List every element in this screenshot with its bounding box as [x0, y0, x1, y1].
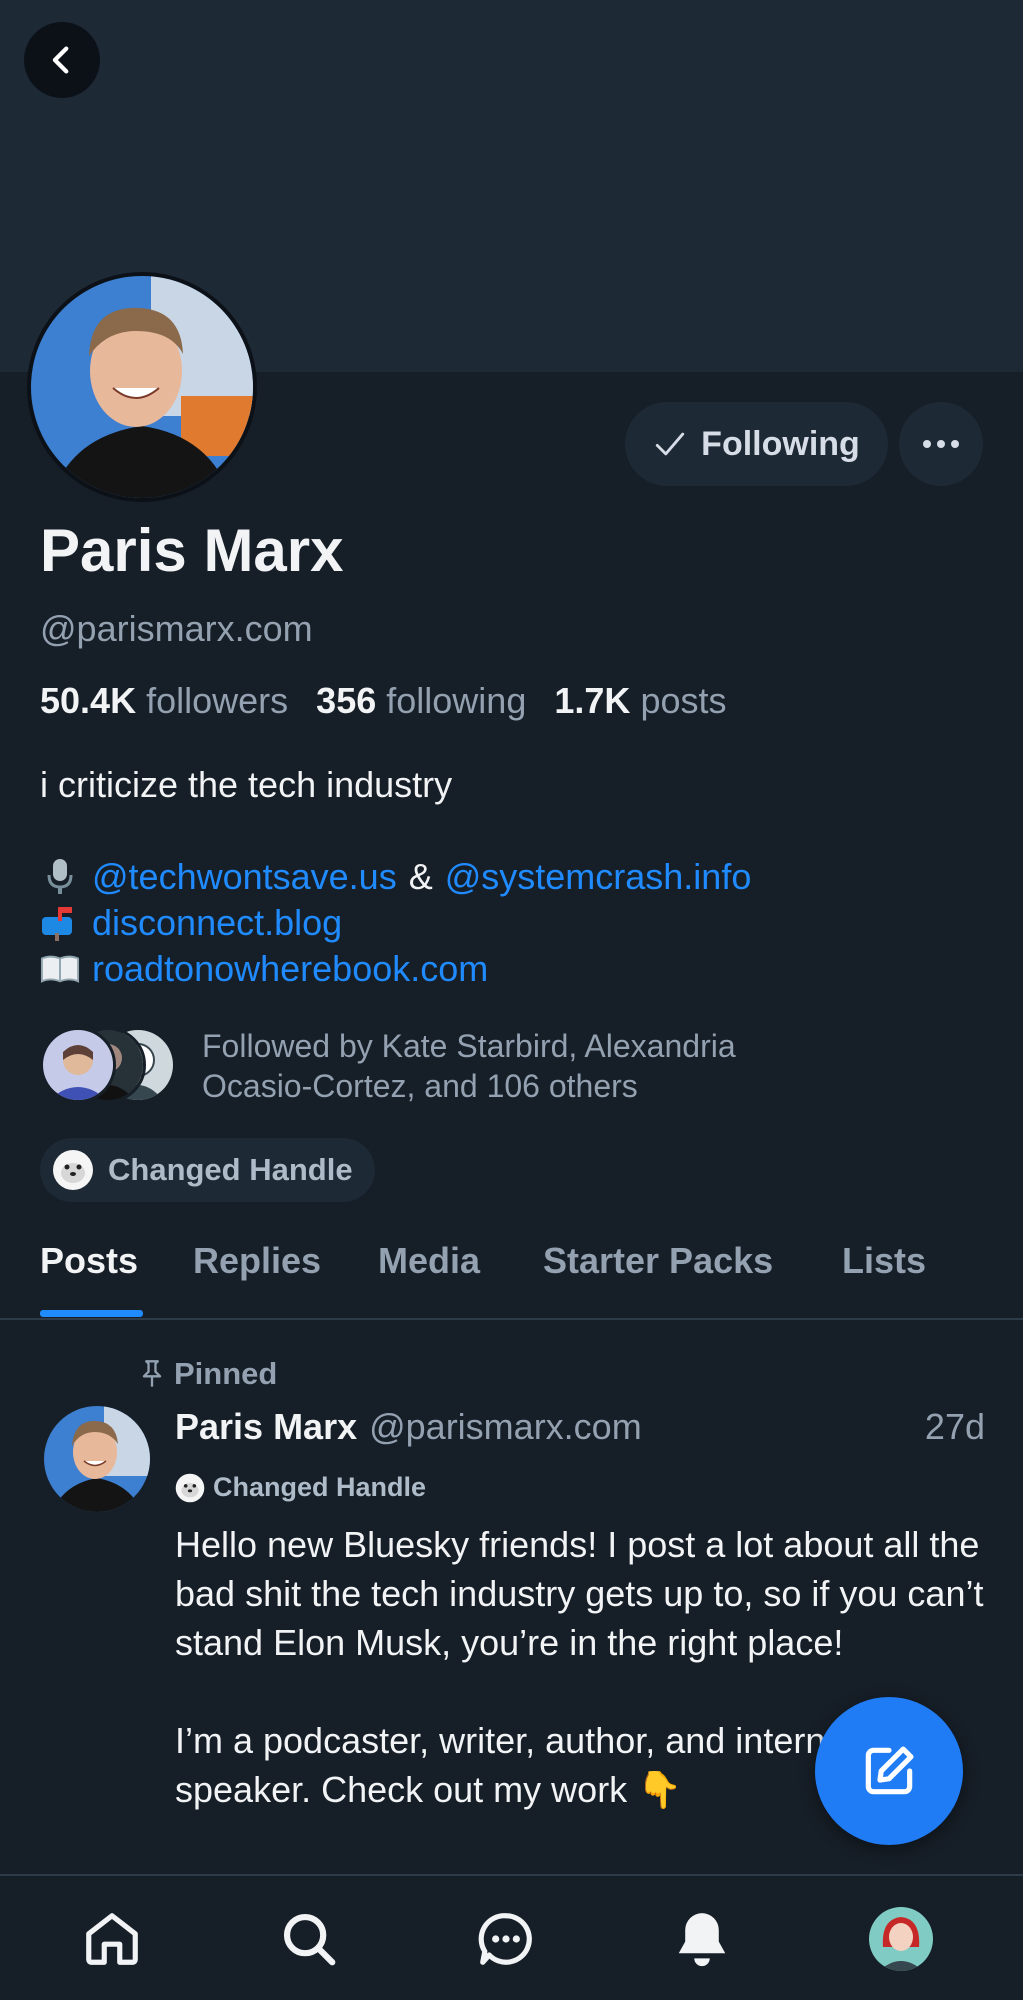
chat-icon: [478, 1913, 532, 1965]
home-icon: [86, 1913, 138, 1965]
posts-stat: 1.7K posts: [554, 680, 726, 721]
followers-stat[interactable]: 50.4K followers: [40, 680, 288, 721]
active-tab-indicator: [40, 1310, 143, 1317]
chevron-left-icon: [52, 46, 69, 74]
following-button-label: Following: [701, 424, 860, 463]
tab-starter-packs[interactable]: Starter Packs: [543, 1240, 773, 1282]
open-book-icon: [40, 949, 80, 989]
post-author-handle[interactable]: @parismarx.com: [369, 1406, 642, 1448]
tab-media[interactable]: Media: [378, 1240, 480, 1282]
post-label-text: Changed Handle: [213, 1472, 427, 1502]
profile-avatar: [869, 1907, 933, 1971]
profile-tabs: Posts Replies Media Starter Packs Lists: [0, 1226, 1023, 1320]
back-button[interactable]: [24, 22, 100, 98]
mailbox-icon: [40, 903, 80, 943]
nav-notifications[interactable]: [669, 1906, 735, 1972]
microphone-icon: [40, 857, 80, 897]
nav-profile[interactable]: [868, 1906, 934, 1972]
pinned-label: Pinned: [174, 1356, 278, 1391]
pinned-indicator: Pinned: [138, 1356, 277, 1392]
bio-ampersand: &: [408, 856, 433, 897]
following-count: 356: [316, 680, 377, 721]
posts-label: posts: [640, 680, 727, 721]
posts-count: 1.7K: [554, 680, 631, 721]
disconnect-blog-link[interactable]: disconnect.blog: [92, 900, 342, 946]
tab-lists[interactable]: Lists: [842, 1240, 926, 1282]
profile-bio: i criticize the tech industry: [40, 764, 453, 805]
changed-handle-label-text: Changed Handle: [108, 1152, 353, 1187]
compose-icon: [865, 1746, 914, 1795]
profile-stats: 50.4K followers 356 following 1.7K posts: [40, 680, 726, 722]
post-header: Paris Marx @parismarx.com 27d: [175, 1406, 985, 1448]
nav-chat[interactable]: [473, 1906, 539, 1972]
nav-home[interactable]: [79, 1906, 145, 1972]
followed-by-row[interactable]: Followed by Kate Starbird, Alexandria Oc…: [40, 1026, 822, 1106]
profile-bio-links: @techwontsave.us & @systemcrash.info dis…: [40, 854, 751, 992]
following-stat[interactable]: 356 following: [316, 680, 526, 721]
profile-avatar[interactable]: [27, 272, 257, 502]
nav-search[interactable]: [276, 1906, 342, 1972]
techwontsave-link[interactable]: @techwontsave.us: [92, 854, 397, 900]
followed-by-text: Followed by Kate Starbird, Alexandria Oc…: [202, 1028, 736, 1104]
post-author-avatar[interactable]: [44, 1406, 150, 1512]
followers-label: followers: [146, 680, 289, 721]
roadtonowhere-link[interactable]: roadtonowherebook.com: [92, 946, 488, 992]
followers-count: 50.4K: [40, 680, 137, 721]
post-timestamp[interactable]: 27d: [925, 1406, 985, 1448]
following-label: following: [386, 680, 527, 721]
following-button[interactable]: Following: [625, 402, 888, 486]
bottom-navigation: [0, 1874, 1023, 2000]
seal-icon: [53, 1150, 93, 1190]
search-icon: [283, 1913, 336, 1966]
known-follower-avatar: [40, 1027, 116, 1103]
profile-handle: @parismarx.com: [40, 608, 313, 649]
compose-post-button[interactable]: [815, 1697, 963, 1845]
pin-icon: [142, 1360, 162, 1387]
seal-icon: [175, 1473, 205, 1502]
post-changed-handle-label[interactable]: Changed Handle: [175, 1472, 426, 1503]
profile-display-name: Paris Marx: [40, 517, 344, 584]
ellipsis-icon: [923, 440, 959, 448]
post-author-name[interactable]: Paris Marx: [175, 1406, 357, 1448]
more-options-button[interactable]: [899, 402, 983, 486]
tab-posts[interactable]: Posts: [40, 1240, 138, 1282]
check-icon: [656, 432, 685, 456]
tab-replies[interactable]: Replies: [193, 1240, 321, 1282]
bell-icon: [678, 1913, 726, 1967]
changed-handle-label[interactable]: Changed Handle: [40, 1138, 375, 1202]
systemcrash-link[interactable]: @systemcrash.info: [445, 854, 752, 900]
known-followers-avatars: [40, 1027, 176, 1105]
